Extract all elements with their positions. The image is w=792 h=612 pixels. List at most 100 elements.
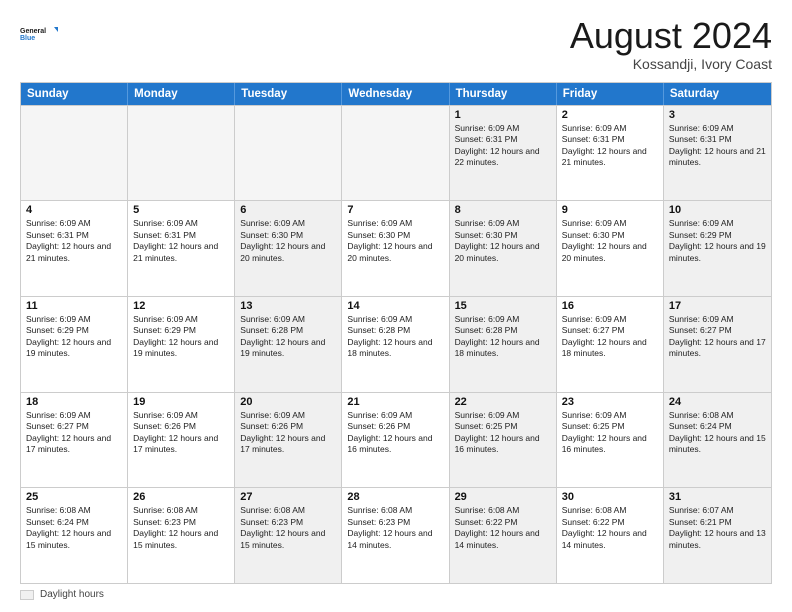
day-number: 9 bbox=[562, 204, 658, 216]
cal-cell-1: 1 Sunrise: 6:09 AM Sunset: 6:31 PM Daylig… bbox=[450, 106, 557, 201]
day-number: 12 bbox=[133, 300, 229, 312]
cell-content: Sunrise: 6:08 AM Sunset: 6:22 PM Dayligh… bbox=[455, 505, 551, 551]
cell-content: Sunrise: 6:09 AM Sunset: 6:29 PM Dayligh… bbox=[133, 314, 229, 360]
day-number: 23 bbox=[562, 396, 658, 408]
cell-content: Sunrise: 6:08 AM Sunset: 6:22 PM Dayligh… bbox=[562, 505, 658, 551]
cell-content: Sunrise: 6:09 AM Sunset: 6:25 PM Dayligh… bbox=[455, 410, 551, 456]
cal-cell-11: 11Sunrise: 6:09 AM Sunset: 6:29 PM Dayli… bbox=[21, 297, 128, 392]
cal-cell-30: 30Sunrise: 6:08 AM Sunset: 6:22 PM Dayli… bbox=[557, 488, 664, 583]
cell-content: Sunrise: 6:09 AM Sunset: 6:28 PM Dayligh… bbox=[455, 314, 551, 360]
cell-content: Sunrise: 6:09 AM Sunset: 6:31 PM Dayligh… bbox=[562, 123, 658, 169]
day-number: 15 bbox=[455, 300, 551, 312]
cal-cell-14: 14 Sunrise: 6:09 AM Sunset: 6:28 PM Dayli… bbox=[342, 297, 449, 392]
cal-week-5: 25 Sunrise: 6:08 AM Sunset: 6:24 PM Dayli… bbox=[21, 487, 771, 583]
day-number: 28 bbox=[347, 491, 443, 503]
cal-cell-17: 17 Sunrise: 6:09 AM Sunset: 6:27 PM Dayli… bbox=[664, 297, 771, 392]
day-number: 18 bbox=[26, 396, 122, 408]
cal-week-1: 1 Sunrise: 6:09 AM Sunset: 6:31 PM Daylig… bbox=[21, 105, 771, 201]
cell-content: Sunrise: 6:09 AM Sunset: 6:25 PM Dayligh… bbox=[562, 410, 658, 456]
day-number: 10 bbox=[669, 204, 766, 216]
cell-content: Sunrise: 6:09 AM Sunset: 6:30 PM Dayligh… bbox=[240, 218, 336, 264]
cal-header-day-wednesday: Wednesday bbox=[342, 83, 449, 105]
cal-cell-26: 26Sunrise: 6:08 AM Sunset: 6:23 PM Dayli… bbox=[128, 488, 235, 583]
cal-cell-6: 6 Sunrise: 6:09 AM Sunset: 6:30 PM Daylig… bbox=[235, 201, 342, 296]
cal-cell-25: 25 Sunrise: 6:08 AM Sunset: 6:24 PM Dayli… bbox=[21, 488, 128, 583]
cal-cell-27: 27Sunrise: 6:08 AM Sunset: 6:23 PM Dayli… bbox=[235, 488, 342, 583]
cal-cell-4: 4Sunrise: 6:09 AM Sunset: 6:31 PM Daylig… bbox=[21, 201, 128, 296]
cal-cell-9: 9 Sunrise: 6:09 AM Sunset: 6:30 PM Daylig… bbox=[557, 201, 664, 296]
cal-week-3: 11Sunrise: 6:09 AM Sunset: 6:29 PM Dayli… bbox=[21, 296, 771, 392]
cal-week-4: 18 Sunrise: 6:09 AM Sunset: 6:27 PM Dayli… bbox=[21, 392, 771, 488]
day-number: 29 bbox=[455, 491, 551, 503]
day-number: 31 bbox=[669, 491, 766, 503]
day-number: 3 bbox=[669, 109, 766, 121]
cal-cell-29: 29 Sunrise: 6:08 AM Sunset: 6:22 PM Dayli… bbox=[450, 488, 557, 583]
cell-content: Sunrise: 6:08 AM Sunset: 6:24 PM Dayligh… bbox=[26, 505, 122, 551]
day-number: 25 bbox=[26, 491, 122, 503]
legend-box bbox=[20, 590, 34, 600]
cell-content: Sunrise: 6:09 AM Sunset: 6:26 PM Dayligh… bbox=[240, 410, 336, 456]
cal-cell-23: 23 Sunrise: 6:09 AM Sunset: 6:25 PM Dayli… bbox=[557, 393, 664, 488]
cell-content: Sunrise: 6:09 AM Sunset: 6:28 PM Dayligh… bbox=[240, 314, 336, 360]
day-number: 22 bbox=[455, 396, 551, 408]
day-number: 17 bbox=[669, 300, 766, 312]
cal-cell-15: 15 Sunrise: 6:09 AM Sunset: 6:28 PM Dayli… bbox=[450, 297, 557, 392]
cell-content: Sunrise: 6:09 AM Sunset: 6:27 PM Dayligh… bbox=[26, 410, 122, 456]
cell-content: Sunrise: 6:09 AM Sunset: 6:30 PM Dayligh… bbox=[455, 218, 551, 264]
cal-cell-empty-0-3 bbox=[342, 106, 449, 201]
cell-content: Sunrise: 6:09 AM Sunset: 6:27 PM Dayligh… bbox=[562, 314, 658, 360]
cal-cell-empty-0-1 bbox=[128, 106, 235, 201]
title-block: August 2024 Kossandji, Ivory Coast bbox=[570, 16, 772, 72]
svg-text:Blue: Blue bbox=[20, 35, 35, 42]
cal-header-day-thursday: Thursday bbox=[450, 83, 557, 105]
cal-header-day-saturday: Saturday bbox=[664, 83, 771, 105]
legend: Daylight hours bbox=[20, 589, 772, 600]
cell-content: Sunrise: 6:08 AM Sunset: 6:23 PM Dayligh… bbox=[347, 505, 443, 551]
cell-content: Sunrise: 6:09 AM Sunset: 6:31 PM Dayligh… bbox=[669, 123, 766, 169]
cell-content: Sunrise: 6:09 AM Sunset: 6:30 PM Dayligh… bbox=[562, 218, 658, 264]
cell-content: Sunrise: 6:09 AM Sunset: 6:26 PM Dayligh… bbox=[347, 410, 443, 456]
cell-content: Sunrise: 6:08 AM Sunset: 6:24 PM Dayligh… bbox=[669, 410, 766, 456]
day-number: 6 bbox=[240, 204, 336, 216]
cal-cell-7: 7Sunrise: 6:09 AM Sunset: 6:30 PM Daylig… bbox=[342, 201, 449, 296]
day-number: 2 bbox=[562, 109, 658, 121]
day-number: 24 bbox=[669, 396, 766, 408]
cal-header-day-friday: Friday bbox=[557, 83, 664, 105]
day-number: 5 bbox=[133, 204, 229, 216]
cal-cell-13: 13 Sunrise: 6:09 AM Sunset: 6:28 PM Dayli… bbox=[235, 297, 342, 392]
day-number: 14 bbox=[347, 300, 443, 312]
day-number: 16 bbox=[562, 300, 658, 312]
cell-content: Sunrise: 6:08 AM Sunset: 6:23 PM Dayligh… bbox=[240, 505, 336, 551]
cal-header-day-monday: Monday bbox=[128, 83, 235, 105]
cal-header-day-sunday: Sunday bbox=[21, 83, 128, 105]
svg-text:General: General bbox=[20, 28, 46, 35]
calendar-body: 1 Sunrise: 6:09 AM Sunset: 6:31 PM Daylig… bbox=[21, 105, 771, 583]
cal-cell-2: 2 Sunrise: 6:09 AM Sunset: 6:31 PM Daylig… bbox=[557, 106, 664, 201]
day-number: 26 bbox=[133, 491, 229, 503]
header: General Blue August 2024 Kossandji, Ivor… bbox=[20, 16, 772, 72]
day-number: 4 bbox=[26, 204, 122, 216]
cell-content: Sunrise: 6:09 AM Sunset: 6:31 PM Dayligh… bbox=[455, 123, 551, 169]
cal-cell-21: 21 Sunrise: 6:09 AM Sunset: 6:26 PM Dayli… bbox=[342, 393, 449, 488]
day-number: 8 bbox=[455, 204, 551, 216]
cal-cell-22: 22 Sunrise: 6:09 AM Sunset: 6:25 PM Dayli… bbox=[450, 393, 557, 488]
logo-svg: General Blue bbox=[20, 16, 60, 52]
day-number: 1 bbox=[455, 109, 551, 121]
calendar-header: SundayMondayTuesdayWednesdayThursdayFrid… bbox=[21, 83, 771, 105]
cal-cell-31: 31 Sunrise: 6:07 AM Sunset: 6:21 PM Dayli… bbox=[664, 488, 771, 583]
cell-content: Sunrise: 6:09 AM Sunset: 6:26 PM Dayligh… bbox=[133, 410, 229, 456]
cell-content: Sunrise: 6:07 AM Sunset: 6:21 PM Dayligh… bbox=[669, 505, 766, 551]
cal-cell-8: 8 Sunrise: 6:09 AM Sunset: 6:30 PM Daylig… bbox=[450, 201, 557, 296]
cal-cell-empty-0-0 bbox=[21, 106, 128, 201]
cal-cell-24: 24 Sunrise: 6:08 AM Sunset: 6:24 PM Dayli… bbox=[664, 393, 771, 488]
cal-cell-28: 28 Sunrise: 6:08 AM Sunset: 6:23 PM Dayli… bbox=[342, 488, 449, 583]
cell-content: Sunrise: 6:09 AM Sunset: 6:29 PM Dayligh… bbox=[26, 314, 122, 360]
page: General Blue August 2024 Kossandji, Ivor… bbox=[0, 0, 792, 612]
cal-cell-12: 12 Sunrise: 6:09 AM Sunset: 6:29 PM Dayli… bbox=[128, 297, 235, 392]
day-number: 13 bbox=[240, 300, 336, 312]
subtitle: Kossandji, Ivory Coast bbox=[570, 56, 772, 72]
cell-content: Sunrise: 6:09 AM Sunset: 6:27 PM Dayligh… bbox=[669, 314, 766, 360]
cal-week-2: 4Sunrise: 6:09 AM Sunset: 6:31 PM Daylig… bbox=[21, 200, 771, 296]
day-number: 21 bbox=[347, 396, 443, 408]
cell-content: Sunrise: 6:09 AM Sunset: 6:28 PM Dayligh… bbox=[347, 314, 443, 360]
